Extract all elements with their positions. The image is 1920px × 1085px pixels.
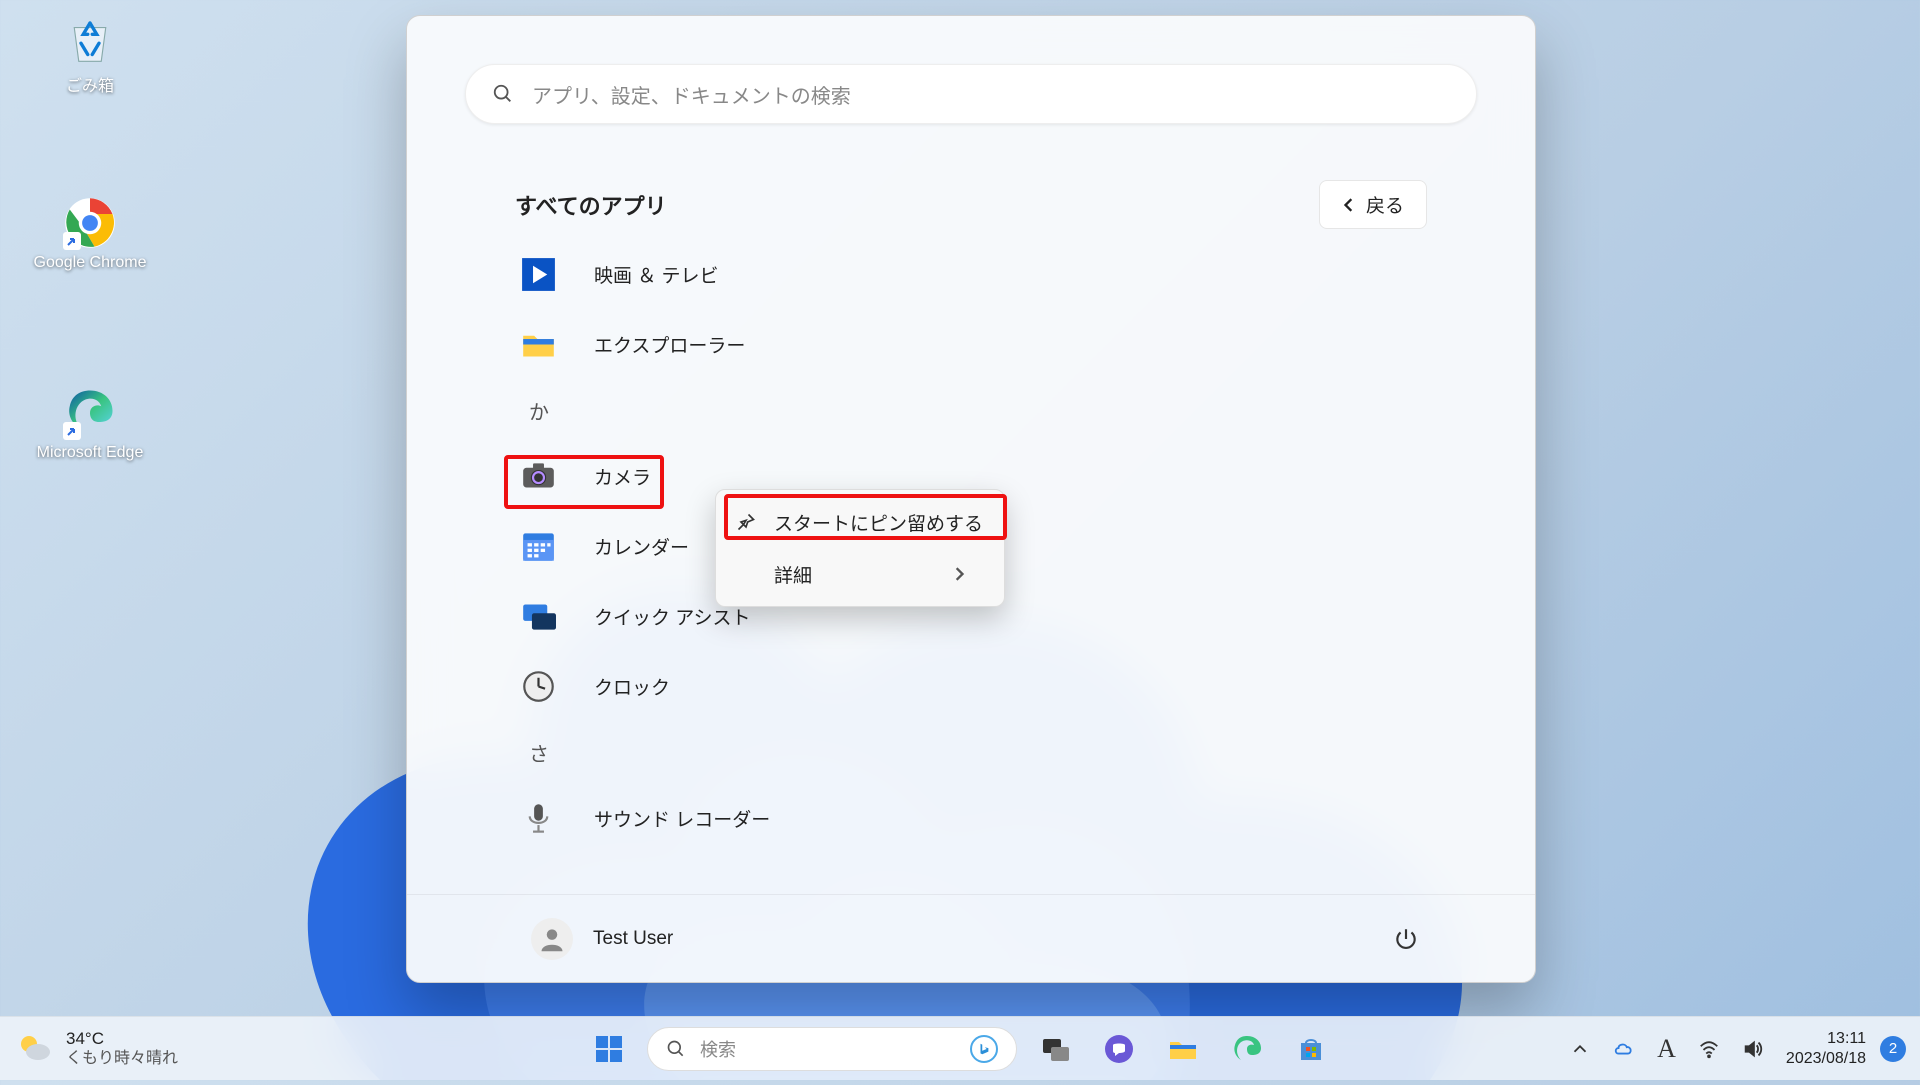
search-icon — [492, 83, 514, 105]
app-label: クロック — [594, 673, 670, 700]
desktop-icon-label: ごみ箱 — [66, 72, 114, 96]
desktop-icon-edge[interactable]: Microsoft Edge — [30, 386, 150, 462]
taskbar-search[interactable]: 検索 — [647, 1027, 1017, 1071]
movies-tv-icon — [521, 257, 556, 292]
taskbar-chat[interactable] — [1093, 1023, 1145, 1075]
section-letter-ka[interactable]: か — [515, 379, 1427, 441]
windows-logo-icon — [593, 1033, 625, 1065]
task-view-icon — [1039, 1033, 1071, 1065]
app-label: カレンダー — [594, 533, 689, 560]
notification-count: 2 — [1889, 1040, 1897, 1057]
weather-condition: くもり時々晴れ — [66, 1049, 178, 1068]
desktop-icon-chrome[interactable]: Google Chrome — [30, 196, 150, 272]
chevron-up-icon — [1569, 1038, 1591, 1060]
tray-volume[interactable] — [1734, 1038, 1772, 1060]
desktop-icon-recycle-bin[interactable]: ごみ箱 — [30, 14, 150, 96]
section-letter-sa[interactable]: さ — [515, 721, 1427, 783]
clock-date: 2023/08/18 — [1786, 1049, 1866, 1068]
power-icon — [1393, 926, 1419, 952]
store-icon — [1295, 1033, 1327, 1065]
tray-ime[interactable]: A — [1649, 1034, 1684, 1064]
weather-temperature: 34°C — [66, 1029, 178, 1049]
app-label: 映画 ＆ テレビ — [594, 261, 719, 288]
avatar-icon — [531, 918, 573, 960]
app-item-clock[interactable]: クロック — [515, 651, 1427, 721]
context-menu: スタートにピン留めする 詳細 — [715, 489, 1005, 607]
app-label: エクスプローラー — [594, 331, 745, 358]
clock-time: 13:11 — [1827, 1029, 1866, 1048]
app-label: カメラ — [594, 463, 651, 490]
taskbar-weather[interactable]: 34°C くもり時々晴れ — [16, 1029, 178, 1069]
wifi-icon — [1698, 1038, 1720, 1060]
chevron-right-icon — [952, 567, 966, 581]
taskbar-store[interactable] — [1285, 1023, 1337, 1075]
search-icon — [666, 1039, 686, 1059]
shortcut-arrow-icon — [63, 232, 81, 250]
back-label: 戻る — [1366, 191, 1404, 218]
power-button[interactable] — [1385, 918, 1427, 960]
user-name: Test User — [593, 928, 673, 950]
edge-icon — [1231, 1033, 1263, 1065]
desktop-icon-label: Google Chrome — [34, 254, 147, 272]
shortcut-arrow-icon — [63, 422, 81, 440]
context-menu-pin-to-start[interactable]: スタートにピン留めする — [722, 496, 998, 548]
all-apps-title: すべてのアプリ — [515, 189, 667, 221]
chat-icon — [1103, 1033, 1135, 1065]
back-button[interactable]: 戻る — [1319, 180, 1427, 229]
microphone-icon — [521, 801, 556, 836]
app-item-sound-recorder[interactable]: サウンド レコーダー — [515, 783, 1427, 853]
tray-overflow[interactable] — [1561, 1038, 1599, 1060]
desktop-icon-label: Microsoft Edge — [37, 444, 144, 462]
notification-badge[interactable]: 2 — [1880, 1036, 1906, 1062]
ime-indicator-icon: A — [1657, 1034, 1676, 1064]
taskbar-clock[interactable]: 13:11 2023/08/18 — [1778, 1029, 1874, 1067]
explorer-icon — [521, 327, 556, 362]
cloud-icon — [1613, 1038, 1635, 1060]
bing-icon — [970, 1035, 998, 1063]
app-item-explorer[interactable]: エクスプローラー — [515, 309, 1427, 379]
tray-onedrive[interactable] — [1605, 1038, 1643, 1060]
taskbar: 34°C くもり時々晴れ 検索 A 13:11 2023/08/18 2 — [0, 1016, 1920, 1080]
start-button[interactable] — [583, 1023, 635, 1075]
recycle-bin-icon — [63, 14, 117, 68]
taskbar-task-view[interactable] — [1029, 1023, 1081, 1075]
context-menu-details[interactable]: 詳細 — [722, 548, 998, 600]
clock-icon — [521, 669, 556, 704]
tray-wifi[interactable] — [1690, 1038, 1728, 1060]
app-item-movies-tv[interactable]: 映画 ＆ テレビ — [515, 239, 1427, 309]
app-label: サウンド レコーダー — [594, 805, 770, 832]
context-menu-label: スタートにピン留めする — [774, 509, 983, 536]
taskbar-search-placeholder: 検索 — [700, 1036, 970, 1062]
start-search-bar[interactable]: アプリ、設定、ドキュメントの検索 — [465, 64, 1477, 124]
search-placeholder: アプリ、設定、ドキュメントの検索 — [532, 80, 851, 109]
user-account-button[interactable]: Test User — [515, 910, 689, 968]
context-menu-label: 詳細 — [774, 561, 812, 588]
taskbar-edge[interactable] — [1221, 1023, 1273, 1075]
camera-icon — [521, 459, 556, 494]
pin-icon — [736, 512, 756, 532]
weather-icon — [16, 1030, 52, 1066]
calendar-icon — [521, 529, 556, 564]
chevron-left-icon — [1342, 198, 1356, 212]
volume-icon — [1742, 1038, 1764, 1060]
folder-icon — [1167, 1033, 1199, 1065]
quick-assist-icon — [521, 599, 556, 634]
taskbar-explorer[interactable] — [1157, 1023, 1209, 1075]
